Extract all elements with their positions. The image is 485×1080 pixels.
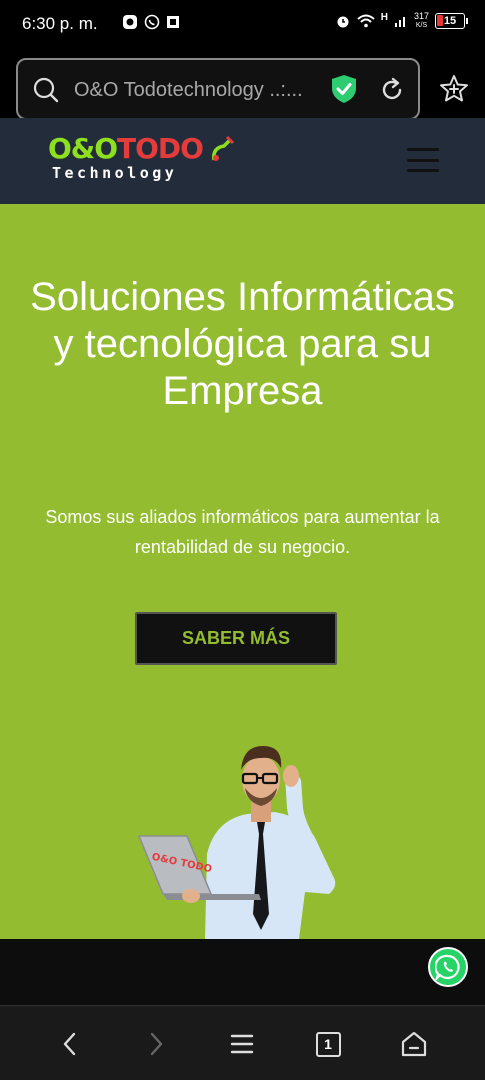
back-button[interactable] xyxy=(54,1028,86,1060)
chevron-right-icon xyxy=(150,1032,163,1056)
network-type: H xyxy=(380,12,388,23)
whatsapp-notification-icon xyxy=(144,14,160,30)
chevron-left-icon xyxy=(63,1032,76,1056)
tabs-button[interactable]: 1 xyxy=(312,1028,344,1060)
network-speed-unit: K/S xyxy=(415,22,428,29)
battery-indicator: 15 xyxy=(435,13,468,29)
logo-tagline: Technology xyxy=(52,164,178,182)
menu-line-icon xyxy=(407,169,439,172)
hero-subtitle: Somos sus aliados informáticos para aume… xyxy=(45,507,440,557)
businessman-with-laptop-illustration: O&O TODO xyxy=(137,746,336,939)
network-speed-value: 317 xyxy=(413,11,429,21)
hero-section: Soluciones Informáticas y tecnológica pa… xyxy=(0,204,485,939)
forward-button[interactable] xyxy=(140,1028,172,1060)
reload-icon[interactable] xyxy=(378,76,406,104)
home-button[interactable] xyxy=(398,1028,430,1060)
menu-button[interactable] xyxy=(407,148,439,172)
status-icons: H 317 K/S 15 xyxy=(335,12,468,30)
browser-toolbar: O&O Todotechnology ..:... xyxy=(0,48,485,120)
bookmark-star-icon[interactable] xyxy=(439,74,469,104)
tab-count: 1 xyxy=(315,1031,341,1057)
logo-plug-icon xyxy=(211,135,235,161)
battery-level: 15 xyxy=(443,15,457,27)
address-bar[interactable]: O&O Todotechnology ..:... xyxy=(16,58,420,120)
page-footer-band xyxy=(0,939,485,1005)
logo-wordmark: O&OTODO xyxy=(48,132,204,165)
wifi-icon xyxy=(357,14,375,28)
hero-title: Soluciones Informáticas y tecnológica pa… xyxy=(30,275,455,413)
logo-wordmark-red: TODO xyxy=(117,132,204,165)
home-icon xyxy=(401,1031,427,1057)
whatsapp-icon xyxy=(435,954,460,980)
logo-wordmark-green: O&O xyxy=(48,132,118,165)
menu-line-icon xyxy=(407,158,439,162)
menu-line-icon xyxy=(407,148,439,151)
site-logo[interactable]: O&OTODO Technology xyxy=(48,134,238,188)
saber-mas-button[interactable]: SABER MÁS xyxy=(135,612,337,665)
network-speed: 317 K/S xyxy=(414,12,429,30)
shield-check-icon[interactable] xyxy=(330,74,358,104)
menu-list-button[interactable] xyxy=(226,1028,258,1060)
status-bar: 6:30 p. m. H 317 K/S 15 xyxy=(0,0,485,48)
notification-icon xyxy=(123,15,137,29)
menu-icon xyxy=(230,1034,254,1054)
whatsapp-button[interactable] xyxy=(428,947,468,987)
address-bar-url: O&O Todotechnology ..:... xyxy=(74,79,303,101)
notification-icons xyxy=(122,14,180,30)
signal-icon xyxy=(394,17,405,27)
office-notification-icon xyxy=(167,16,179,28)
browser-navigation-bar: 1 xyxy=(0,1005,485,1080)
site-header: O&OTODO Technology xyxy=(0,118,485,204)
status-time: 6:30 p. m. xyxy=(22,14,98,33)
search-icon xyxy=(33,77,59,103)
alarm-icon xyxy=(337,16,349,28)
